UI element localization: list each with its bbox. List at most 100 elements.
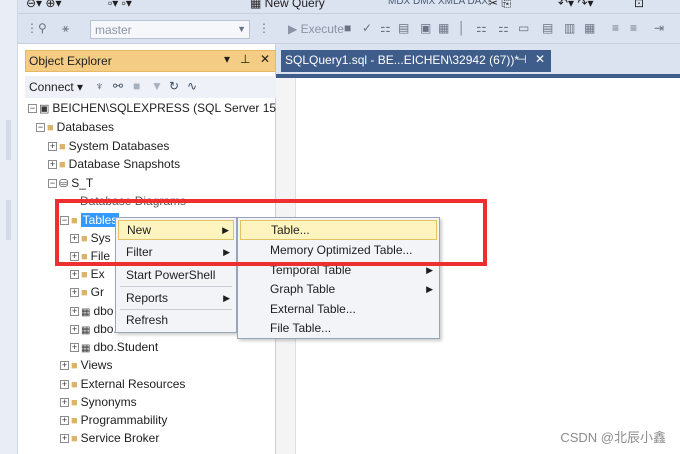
tree-node-databases[interactable]: − ■ Databases <box>36 119 114 135</box>
tree-node-server[interactable]: − ▣ BEICHEN\SQLEXPRESS (SQL Server 15.0.20 <box>28 100 303 116</box>
new-query-button[interactable]: ▦ New Query <box>250 0 325 10</box>
menu-item-start-powershell[interactable]: Start PowerShell <box>118 265 234 285</box>
tab-sqlquery1[interactable]: SQLQuery1.sql - BE...EICHEN\32942 (67))*… <box>281 50 551 72</box>
change-connection-icon[interactable]: ⚹ <box>62 21 69 36</box>
connect-label: Connect <box>29 80 74 94</box>
uncomment-icon[interactable]: ≡ <box>630 21 637 35</box>
expand-icon[interactable]: + <box>60 398 69 407</box>
execute-button[interactable]: ▶ Execute <box>288 22 344 36</box>
folder-icon: ■ <box>59 141 66 153</box>
expand-icon[interactable]: + <box>60 380 69 389</box>
tree-node-database-snapshots[interactable]: + ■ Database Snapshots <box>48 156 180 172</box>
tree-node-label: Gr <box>90 285 104 299</box>
plug-icon[interactable]: ⚲ <box>38 21 47 35</box>
expand-icon[interactable]: + <box>70 307 79 316</box>
back-icon[interactable]: ⊖▾ ⊕▾ <box>26 0 62 10</box>
menu-item-reports[interactable]: Reports ▶ <box>118 288 234 308</box>
menu-item-external-table[interactable]: External Table... <box>240 299 437 319</box>
collapse-icon[interactable]: − <box>36 123 45 132</box>
tree-node-service-broker[interactable]: + ■ Service Broker <box>60 430 159 446</box>
chevron-down-icon: ▼ <box>237 24 246 34</box>
tree-node-programmability[interactable]: + ■ Programmability <box>60 412 167 428</box>
menu-item-label: Refresh <box>126 313 169 327</box>
tree-node-system-databases[interactable]: + ■ System Databases <box>48 138 169 154</box>
tree-node-external-resources[interactable]: + ■ External Resources <box>60 376 185 392</box>
tree-node-graph-tables[interactable]: + ■ Gr <box>70 284 104 300</box>
connect-button[interactable]: Connect ▾ <box>29 80 83 94</box>
menu-item-label: Reports <box>126 291 169 305</box>
pin-icon[interactable]: ⊣ <box>517 53 527 66</box>
table-icon: ▦ <box>81 325 91 336</box>
expand-icon[interactable]: + <box>60 434 69 443</box>
expand-icon[interactable]: + <box>70 270 79 279</box>
editor-tab-bar: SQLQuery1.sql - BE...EICHEN\32942 (67))*… <box>276 44 680 74</box>
expand-icon[interactable]: + <box>48 160 57 169</box>
activity-monitor-icon[interactable]: ∿ <box>187 79 197 93</box>
collapse-icon[interactable]: − <box>48 179 57 188</box>
database-select[interactable]: master ▼ <box>90 20 250 39</box>
expand-icon[interactable]: + <box>70 325 79 334</box>
results-to-grid-icon[interactable]: ▤ <box>542 21 553 35</box>
expand-icon[interactable]: + <box>70 343 79 352</box>
tree-node-views[interactable]: + ■ Views <box>60 357 112 373</box>
expand-icon[interactable]: + <box>48 142 57 151</box>
refresh-icon[interactable]: ↻ <box>169 79 179 93</box>
connect-plug-icon[interactable]: ♆ <box>95 79 104 93</box>
window-position-icon[interactable]: ▾ <box>224 52 230 66</box>
collapse-icon[interactable]: − <box>28 104 37 113</box>
object-explorer-toolbar: Connect ▾ ♆ ⚯ ■ ▼ ↻ ∿ <box>25 76 276 98</box>
file-icon[interactable]: ▭ <box>518 21 529 35</box>
new-item-icon[interactable]: ▫▾ ▫▾ <box>108 0 132 10</box>
disconnect-icon[interactable]: ⚯ <box>113 79 123 93</box>
undo-redo-icons[interactable]: ↶▾ ↷▾ <box>558 0 594 10</box>
intellisense-icon[interactable]: ▣ <box>420 21 431 35</box>
comment-icon[interactable]: ≡ <box>612 21 619 35</box>
table-icon: ▦ <box>81 307 91 318</box>
tree-node-label: Programmability <box>80 413 168 427</box>
expand-icon[interactable]: + <box>60 361 69 370</box>
cut-copy-icons[interactable]: ✂ ⎘ <box>488 0 511 11</box>
menu-item-refresh[interactable]: Refresh <box>118 310 234 330</box>
menu-item-file-table[interactable]: File Table... <box>240 318 437 338</box>
tree-node-label: dbo <box>93 304 114 318</box>
server-icon: ▣ <box>39 103 50 115</box>
close-icon[interactable]: ✕ <box>535 52 545 66</box>
folder-icon: ■ <box>71 360 78 372</box>
tree-node-label: Synonyms <box>80 395 137 409</box>
tree-node-label: BEICHEN\SQLEXPRESS (SQL Server 15.0.20 <box>52 101 303 115</box>
misc-icon[interactable]: ⊡ <box>634 0 644 10</box>
filter-icon[interactable]: ▼ <box>151 79 163 93</box>
menu-item-graph-table[interactable]: Graph Table ▶ <box>240 279 437 299</box>
tree-node-synonyms[interactable]: + ■ Synonyms <box>60 394 137 410</box>
indent-icon[interactable]: ⇥ <box>654 21 664 35</box>
query-type-icons[interactable]: MDX DMX XMLA DAX <box>388 0 488 7</box>
expand-icon[interactable]: + <box>70 288 79 297</box>
folder-icon: ■ <box>71 415 78 427</box>
plan-icon[interactable]: ⚏ <box>380 21 391 35</box>
query-options-icon[interactable]: ▤ <box>398 21 409 35</box>
table-icon[interactable]: ▦ <box>438 21 449 35</box>
edge-notch <box>6 200 11 240</box>
tree-node-s-t[interactable]: − ⛁ S_T <box>48 175 93 191</box>
close-icon[interactable]: ✕ <box>260 52 270 66</box>
stop-icon[interactable]: ■ <box>133 79 140 93</box>
folder-icon: ■ <box>71 379 78 391</box>
parse-icon[interactable]: ✓ <box>362 21 372 35</box>
menu-item-label: Graph Table <box>270 282 336 296</box>
pin-icon[interactable]: ⊥ <box>240 52 250 66</box>
execute-label: Execute <box>300 22 344 36</box>
expand-icon[interactable]: + <box>60 416 69 425</box>
tree-node-table-dbo[interactable]: + ▦ dbo <box>70 303 113 319</box>
results-to-file-icon[interactable]: ▥ <box>564 21 575 35</box>
stop-icon[interactable]: ■ <box>344 21 351 35</box>
results-icon[interactable]: ⚏ <box>476 21 487 35</box>
menu-item-label: File Table... <box>270 321 332 335</box>
tree-node-label: Database Snapshots <box>68 157 181 171</box>
tree-node-table-dbo-student[interactable]: + ▦ dbo.Student <box>70 339 158 355</box>
database-select-value: master <box>95 23 132 37</box>
results-text-icon[interactable]: ▦ <box>584 21 595 35</box>
annotation-highlight-box <box>55 199 487 266</box>
tree-node-external-tables[interactable]: + ■ Ex <box>70 266 105 282</box>
tree-node-label: dbo.Student <box>93 340 159 354</box>
grid-icon[interactable]: ⚏ <box>498 21 509 35</box>
